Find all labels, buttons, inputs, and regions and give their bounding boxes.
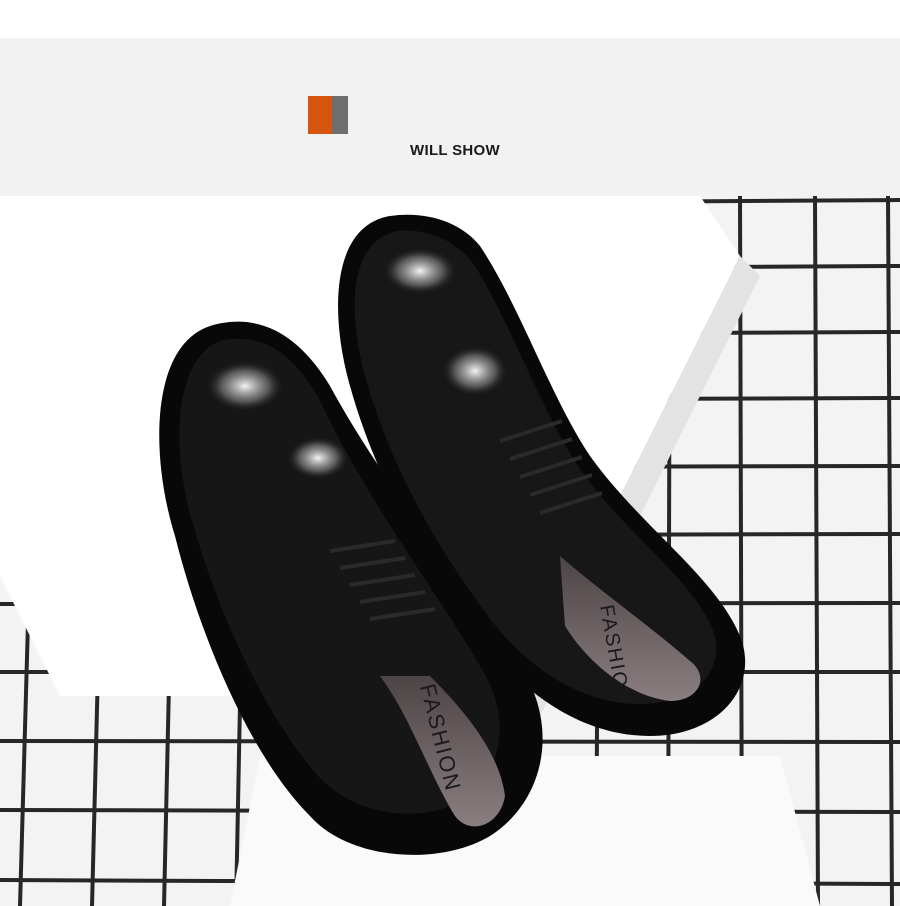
header-band: [0, 38, 900, 196]
section-title: WILL SHOW: [410, 142, 500, 159]
accent-bar-orange: [308, 96, 332, 134]
accent-bar-gray: [332, 96, 348, 134]
header-section: WILL SHOW: [0, 0, 900, 196]
shoes-illustration: FASHION FASHION: [0, 196, 900, 906]
accent-marker-icon: [308, 96, 348, 134]
product-photo: FASHION FASHION: [0, 196, 900, 906]
